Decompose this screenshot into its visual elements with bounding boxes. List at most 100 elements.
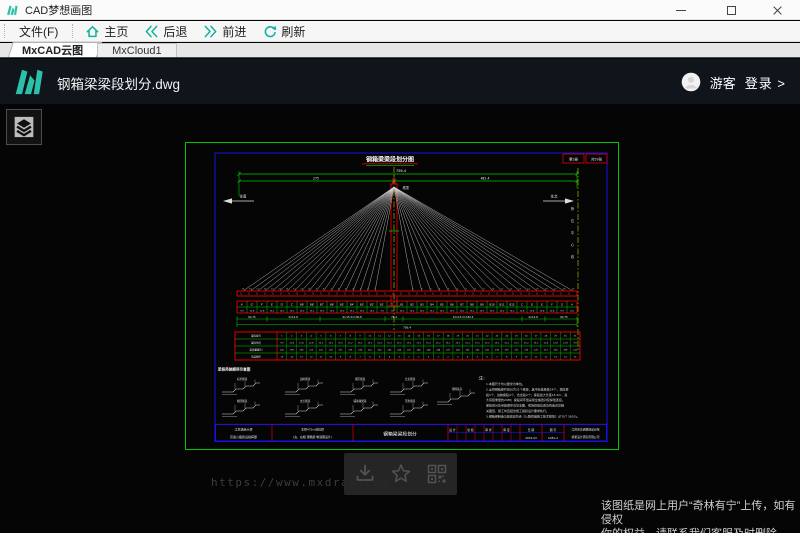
svg-text:B8': B8' xyxy=(310,303,314,307)
svg-text:10: 10 xyxy=(492,289,495,291)
svg-text:226: 226 xyxy=(524,350,529,352)
svg-text:11: 11 xyxy=(320,357,323,359)
svg-text:15.2: 15.2 xyxy=(348,343,353,345)
svg-text:4: 4 xyxy=(467,357,469,359)
svg-text:9: 9 xyxy=(483,289,485,291)
svg-text:3: 3 xyxy=(430,289,432,291)
svg-text:桥梁设计研究有限公司: 桥梁设计研究有限公司 xyxy=(572,435,600,439)
svg-text:248: 248 xyxy=(436,350,441,352)
svg-text:B9: B9 xyxy=(480,303,484,307)
tab-mxcad-cloud[interactable]: MxCAD云图 xyxy=(8,42,97,57)
svg-text:5: 5 xyxy=(448,289,450,291)
svg-text:248: 248 xyxy=(427,350,432,352)
favorite-button[interactable] xyxy=(389,462,413,486)
menubar: 文件(F) 主页 后退 前进 刷新 xyxy=(0,21,800,42)
svg-text:1.本图尺寸均以厘米为单位。: 1.本图尺寸均以厘米为单位。 xyxy=(486,381,525,386)
svg-text:7: 7 xyxy=(340,336,342,338)
download-button[interactable] xyxy=(353,462,377,486)
qrcode-icon xyxy=(425,462,449,486)
svg-text:4×12.8: 4×12.8 xyxy=(528,315,538,319)
svg-text:钢箱梁梁段划分图: 钢箱梁梁段划分图 xyxy=(366,156,414,164)
svg-text:10: 10 xyxy=(329,357,332,359)
svg-text:15.2: 15.2 xyxy=(510,311,515,313)
svg-text:7: 7 xyxy=(466,289,468,291)
svg-text:15.2: 15.2 xyxy=(407,343,412,345)
tab-mxcloud1[interactable]: MxCloud1 xyxy=(97,43,177,57)
svg-text:合龙梁段: 合龙梁段 xyxy=(405,377,416,381)
svg-text:246: 246 xyxy=(397,350,402,352)
svg-text:梁段吊装顺序示意图: 梁段吊装顺序示意图 xyxy=(217,367,251,372)
svg-text:238: 238 xyxy=(358,350,363,352)
viewer-content: 第5册 共59张 钢箱梁梁段划分图 xyxy=(0,104,800,533)
svg-text:辅助墩梁段: 辅助墩梁段 xyxy=(354,399,367,403)
qrcode-button[interactable] xyxy=(425,462,449,486)
svg-text:17: 17 xyxy=(437,336,440,338)
svg-text:钢箱梁梁段划分: 钢箱梁梁段划分 xyxy=(383,431,417,438)
svg-text:12.8: 12.8 xyxy=(563,343,568,345)
svg-text:12.8: 12.8 xyxy=(289,343,294,345)
svg-text:15: 15 xyxy=(536,289,539,291)
layers-button[interactable] xyxy=(6,109,42,145)
svg-text:15.2: 15.2 xyxy=(370,311,375,313)
svg-text:15.2: 15.2 xyxy=(480,311,485,313)
svg-text:15.2: 15.2 xyxy=(350,311,355,313)
cad-canvas[interactable]: 第5册 共59张 钢箱梁梁段划分图 xyxy=(184,141,620,451)
svg-text:9.9: 9.9 xyxy=(280,343,284,345)
svg-text:3: 3 xyxy=(457,357,459,359)
svg-text:220: 220 xyxy=(319,350,324,352)
forward-label: 前进 xyxy=(222,23,246,40)
svg-text:7.6: 7.6 xyxy=(380,311,384,313)
file-menu[interactable]: 文件(F) xyxy=(9,21,68,42)
home-button[interactable]: 主页 xyxy=(77,21,136,42)
svg-text:9.9: 9.9 xyxy=(240,311,244,313)
svg-text:B7: B7 xyxy=(460,303,464,307)
refresh-button[interactable]: 刷新 xyxy=(254,21,313,42)
svg-text:E: E xyxy=(541,303,543,307)
app-title: CAD梦想画图 xyxy=(25,2,92,18)
user-label[interactable]: 游客 xyxy=(710,73,736,92)
svg-text:15.2: 15.2 xyxy=(470,311,475,313)
svg-text:206: 206 xyxy=(554,350,559,352)
svg-text:桥: 桥 xyxy=(571,206,575,211)
svg-text:8: 8 xyxy=(475,289,477,291)
svg-text:15.2: 15.2 xyxy=(400,311,405,313)
svg-text:6: 6 xyxy=(369,357,371,359)
svg-text:D: D xyxy=(531,303,533,307)
svg-text:B8: B8 xyxy=(470,303,474,307)
svg-text:11: 11 xyxy=(501,289,504,291)
svg-text:245: 245 xyxy=(466,350,471,352)
svg-text:213: 213 xyxy=(309,350,314,352)
svg-text:15.2: 15.2 xyxy=(270,311,275,313)
svg-text:15.2: 15.2 xyxy=(340,311,345,313)
svg-text:B5: B5 xyxy=(440,303,444,307)
svg-text:8: 8 xyxy=(506,357,508,359)
svg-text:198: 198 xyxy=(563,350,568,352)
svg-text:13: 13 xyxy=(300,357,303,359)
svg-text:6.4: 6.4 xyxy=(570,311,574,313)
svg-text:12.8: 12.8 xyxy=(309,343,314,345)
svg-text:日 期: 日 期 xyxy=(528,428,535,432)
back-button[interactable]: 后退 xyxy=(136,21,195,42)
svg-text:20: 20 xyxy=(466,336,469,338)
hoisting-sketches: 梁段吊装顺序示意图 标准梁段边跨梁段塔区梁段合龙梁段端部梁段支点梁段辅助墩梁段压… xyxy=(217,367,475,417)
svg-text:235: 235 xyxy=(505,350,510,352)
svg-text:15.2: 15.2 xyxy=(504,343,509,345)
login-link[interactable]: 登录 > xyxy=(745,73,786,92)
maximize-button[interactable] xyxy=(712,0,750,20)
disclaimer-text: 该图纸是网上用户“奇林有宁”上传，如有侵权 你的权益，请联系我们客服及时删除。 xyxy=(601,499,796,533)
svg-text:16: 16 xyxy=(427,336,430,338)
svg-text:11: 11 xyxy=(535,357,538,359)
close-button[interactable] xyxy=(758,0,796,20)
svg-text:19: 19 xyxy=(456,336,459,338)
avatar-icon[interactable] xyxy=(681,72,701,92)
svg-text:12.8: 12.8 xyxy=(250,311,255,313)
layers-icon xyxy=(10,113,38,141)
svg-text:0: 0 xyxy=(428,357,430,359)
forward-button[interactable]: 前进 xyxy=(195,21,254,42)
svg-text:F': F' xyxy=(261,303,263,307)
minimize-button[interactable] xyxy=(662,0,700,20)
svg-text:高速公路建设指挥部: 高速公路建设指挥部 xyxy=(230,434,257,439)
svg-text:220: 220 xyxy=(534,350,539,352)
svg-text:275: 275 xyxy=(313,177,319,181)
svg-text:11: 11 xyxy=(378,336,381,338)
